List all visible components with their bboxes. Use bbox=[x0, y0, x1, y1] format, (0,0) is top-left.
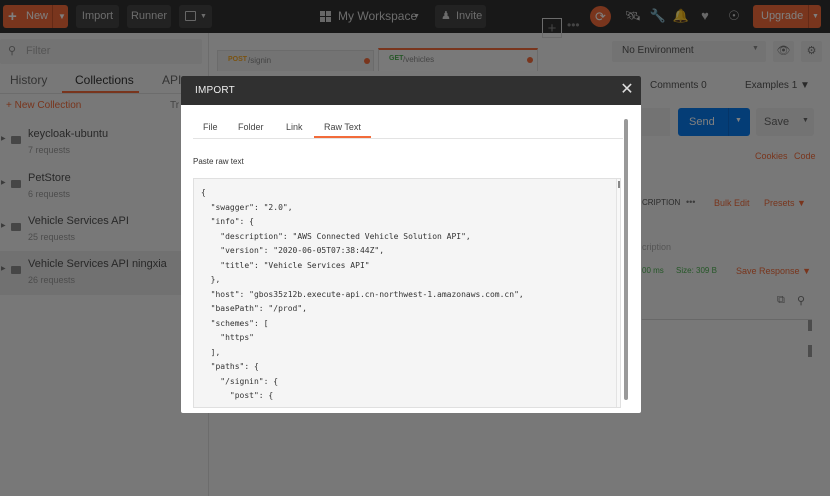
close-icon[interactable]: ✕ bbox=[619, 81, 635, 99]
modal-title: IMPORT bbox=[195, 85, 235, 96]
tab-file[interactable]: File bbox=[203, 122, 218, 132]
tab-raw-text[interactable]: Raw Text bbox=[324, 122, 361, 132]
import-modal: IMPORT ✕ File Folder Link Raw Text Paste… bbox=[181, 76, 641, 413]
tab-link[interactable]: Link bbox=[286, 122, 303, 132]
modal-header: IMPORT ✕ bbox=[181, 76, 641, 105]
scrollbar-thumb[interactable] bbox=[618, 181, 620, 188]
divider bbox=[193, 138, 623, 139]
scrollbar[interactable] bbox=[624, 119, 628, 400]
raw-text-input[interactable]: { "swagger": "2.0", "info": { "descripti… bbox=[193, 178, 621, 408]
scrollbar[interactable] bbox=[616, 179, 620, 407]
tab-folder[interactable]: Folder bbox=[238, 122, 264, 132]
raw-text-content: { "swagger": "2.0", "info": { "descripti… bbox=[201, 188, 524, 400]
paste-raw-text-label: Paste raw text bbox=[193, 157, 244, 166]
